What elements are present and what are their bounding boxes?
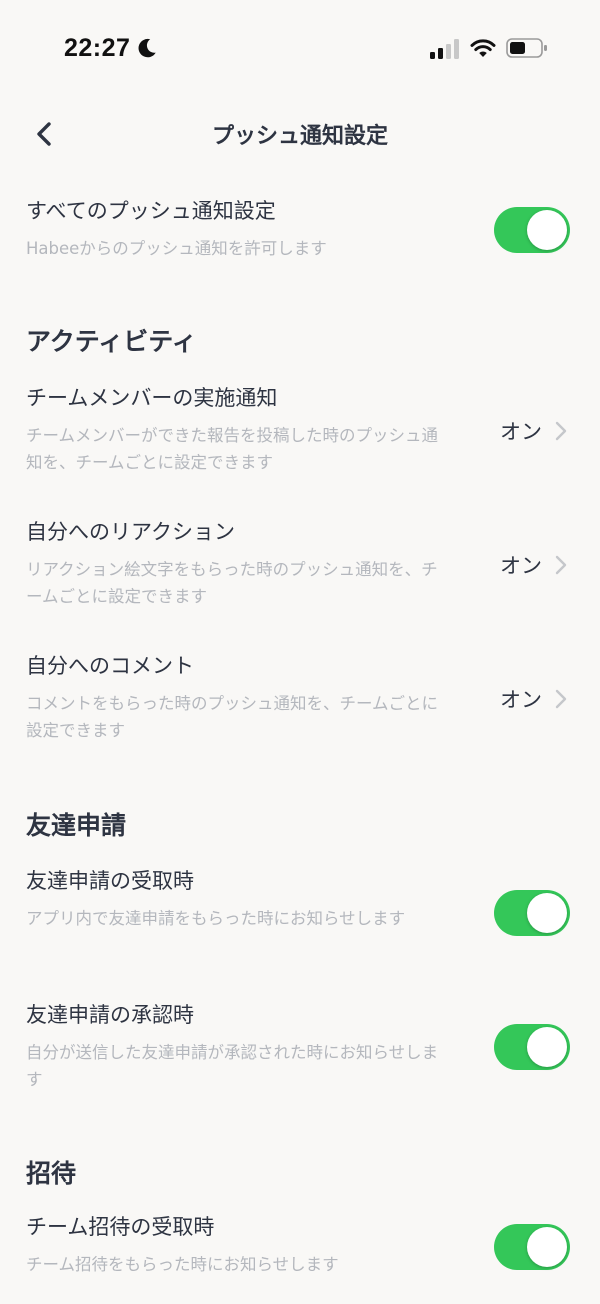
setting-title: すべてのプッシュ通知設定 (26, 199, 276, 223)
wifi-icon (470, 39, 496, 57)
cellular-signal-icon (430, 39, 459, 59)
setting-description: リアクション絵文字をもらった時のプッシュ通知を、チームごとに設定できます (26, 560, 438, 606)
setting-title: チーム招待の受取時 (26, 1215, 215, 1239)
team-member-activity-value[interactable]: オン (500, 416, 568, 446)
setting-row-comment[interactable]: 自分へのコメント コメントをもらった時のプッシュ通知を、チームごとに設定できます… (26, 652, 574, 744)
setting-row-friend-request-approved: 友達申請の承認時 自分が送信した友達申請が承認された時にお知らせします (26, 1001, 574, 1093)
status-bar: 22:27 (0, 0, 600, 96)
all-notifications-toggle[interactable] (494, 207, 570, 253)
page-title: プッシュ通知設定 (211, 124, 388, 149)
section-title-invite: 招待 (26, 1159, 77, 1188)
battery-icon (506, 38, 547, 58)
comment-value[interactable]: オン (500, 684, 568, 714)
status-time: 22:27 (64, 34, 131, 62)
chevron-right-icon (555, 421, 567, 441)
chevron-right-icon (555, 689, 567, 709)
reaction-value[interactable]: オン (500, 550, 568, 580)
setting-title: チームメンバーの実施通知 (26, 386, 278, 410)
setting-title: 友達申請の承認時 (26, 1003, 194, 1027)
setting-row-friend-request-received: 友達申請の受取時 アプリ内で友達申請をもらった時にお知らせします (26, 867, 574, 936)
friend-request-approved-toggle[interactable] (494, 1024, 570, 1070)
setting-title: 友達申請の受取時 (26, 869, 194, 893)
setting-description: アプリ内で友達申請をもらった時にお知らせします (26, 909, 406, 928)
toggle-knob (527, 1027, 567, 1067)
chevron-right-icon (555, 555, 567, 575)
setting-description: チームメンバーができた報告を投稿した時のプッシュ通知を、チームごとに設定できます (26, 426, 439, 472)
setting-row-team-member-activity[interactable]: チームメンバーの実施通知 チームメンバーができた報告を投稿した時のプッシュ通知を… (26, 384, 574, 476)
toggle-knob (527, 210, 567, 250)
setting-row-team-invite-received: チーム招待の受取時 チーム招待をもらった時にお知らせします (26, 1213, 574, 1278)
setting-value: オン (500, 688, 542, 712)
toggle-knob (527, 1227, 567, 1267)
setting-row-all-notifications: すべてのプッシュ通知設定 Habeeからのプッシュ通知を許可します (26, 197, 574, 262)
setting-description: 自分が送信した友達申請が承認された時にお知らせします (26, 1043, 439, 1089)
setting-description: Habeeからのプッシュ通知を許可します (26, 239, 327, 258)
setting-row-reaction[interactable]: 自分へのリアクション リアクション絵文字をもらった時のプッシュ通知を、チームごと… (26, 518, 574, 610)
setting-title: 自分へのコメント (26, 654, 194, 678)
section-title-friend-request: 友達申請 (26, 811, 127, 840)
setting-description: コメントをもらった時のプッシュ通知を、チームごとに設定できます (26, 694, 439, 740)
moon-icon (138, 38, 156, 58)
team-invite-received-toggle[interactable] (494, 1224, 570, 1270)
friend-request-received-toggle[interactable] (494, 890, 570, 936)
navigation-bar: プッシュ通知設定 (0, 104, 600, 164)
setting-value: オン (500, 554, 542, 578)
section-title-activity: アクティビティ (26, 327, 197, 356)
setting-value: オン (500, 420, 542, 444)
toggle-knob (527, 893, 567, 933)
setting-title: 自分へのリアクション (26, 520, 235, 544)
setting-description: チーム招待をもらった時にお知らせします (26, 1255, 339, 1274)
